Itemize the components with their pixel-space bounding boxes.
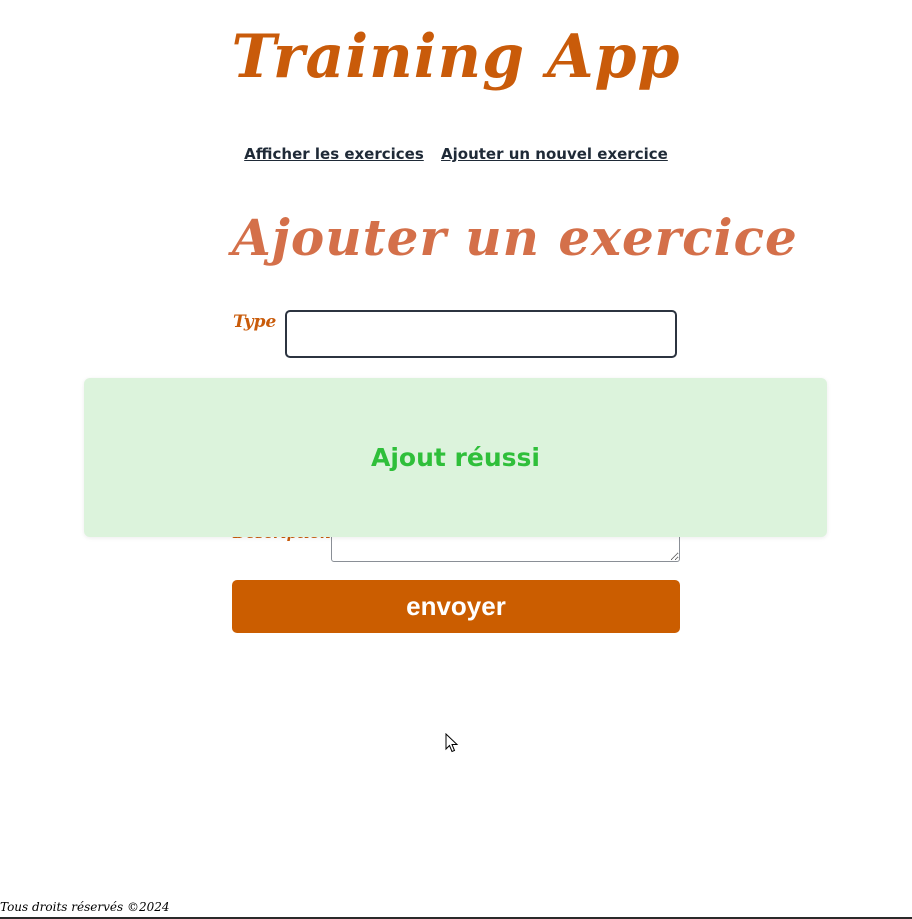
success-toast: Ajout réussi	[84, 378, 827, 537]
toast-message: Ajout réussi	[371, 443, 540, 472]
type-label: Type	[233, 312, 277, 332]
main-nav: Afficher les exercices Ajouter un nouvel…	[0, 145, 912, 163]
mouse-cursor-icon	[445, 733, 459, 753]
type-input[interactable]	[285, 310, 677, 358]
nav-link-add-exercise[interactable]: Ajouter un nouvel exercice	[441, 145, 668, 163]
submit-button[interactable]: envoyer	[232, 580, 680, 633]
app-title: Training App	[231, 22, 681, 92]
footer-copyright: Tous droits réservés ©2024	[0, 900, 170, 914]
nav-link-show-exercises[interactable]: Afficher les exercices	[244, 145, 424, 163]
page-title: Ajouter un exercice	[232, 208, 798, 267]
